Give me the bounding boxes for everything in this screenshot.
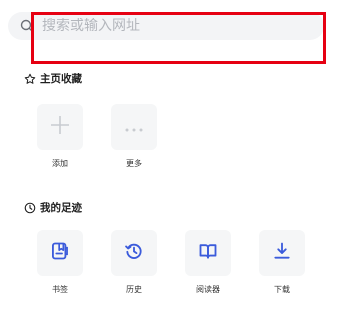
add-shortcut-button[interactable] bbox=[37, 104, 83, 150]
section-header-home: 主页收藏 bbox=[24, 71, 82, 86]
download-icon bbox=[272, 241, 292, 265]
bookmarks-tile[interactable]: 书签 bbox=[37, 230, 83, 295]
bookmarks-label: 书签 bbox=[52, 285, 68, 294]
more-shortcuts-label: 更多 bbox=[126, 159, 142, 168]
search-bar[interactable] bbox=[8, 12, 324, 40]
plus-icon bbox=[49, 114, 71, 140]
section-header-footprints: 我的足迹 bbox=[24, 200, 82, 215]
star-outline-icon bbox=[24, 73, 36, 85]
add-shortcut-label: 添加 bbox=[52, 159, 68, 168]
history-tile[interactable]: 历史 bbox=[111, 230, 157, 295]
bookmark-icon bbox=[50, 241, 70, 265]
add-shortcut-tile[interactable]: 添加 bbox=[37, 104, 83, 169]
search-input[interactable] bbox=[42, 18, 302, 34]
history-icon bbox=[124, 241, 144, 265]
section-title-footprints: 我的足迹 bbox=[40, 202, 82, 214]
more-shortcuts-tile[interactable]: 更多 bbox=[111, 104, 157, 169]
new-tab-page: 主页收藏 添加 更多 bbox=[0, 0, 340, 312]
reader-button[interactable] bbox=[185, 230, 231, 276]
more-dots-icon bbox=[124, 118, 144, 137]
reader-tile[interactable]: 阅读器 bbox=[185, 230, 231, 295]
history-button[interactable] bbox=[111, 230, 157, 276]
book-icon bbox=[198, 241, 218, 265]
clock-icon bbox=[24, 202, 36, 214]
search-icon bbox=[20, 19, 34, 33]
downloads-label: 下载 bbox=[274, 285, 290, 294]
history-label: 历史 bbox=[126, 285, 142, 294]
downloads-tile[interactable]: 下载 bbox=[259, 230, 305, 295]
bookmarks-button[interactable] bbox=[37, 230, 83, 276]
downloads-button[interactable] bbox=[259, 230, 305, 276]
reader-label: 阅读器 bbox=[196, 285, 220, 294]
section-title-home: 主页收藏 bbox=[40, 73, 82, 85]
more-shortcuts-button[interactable] bbox=[111, 104, 157, 150]
